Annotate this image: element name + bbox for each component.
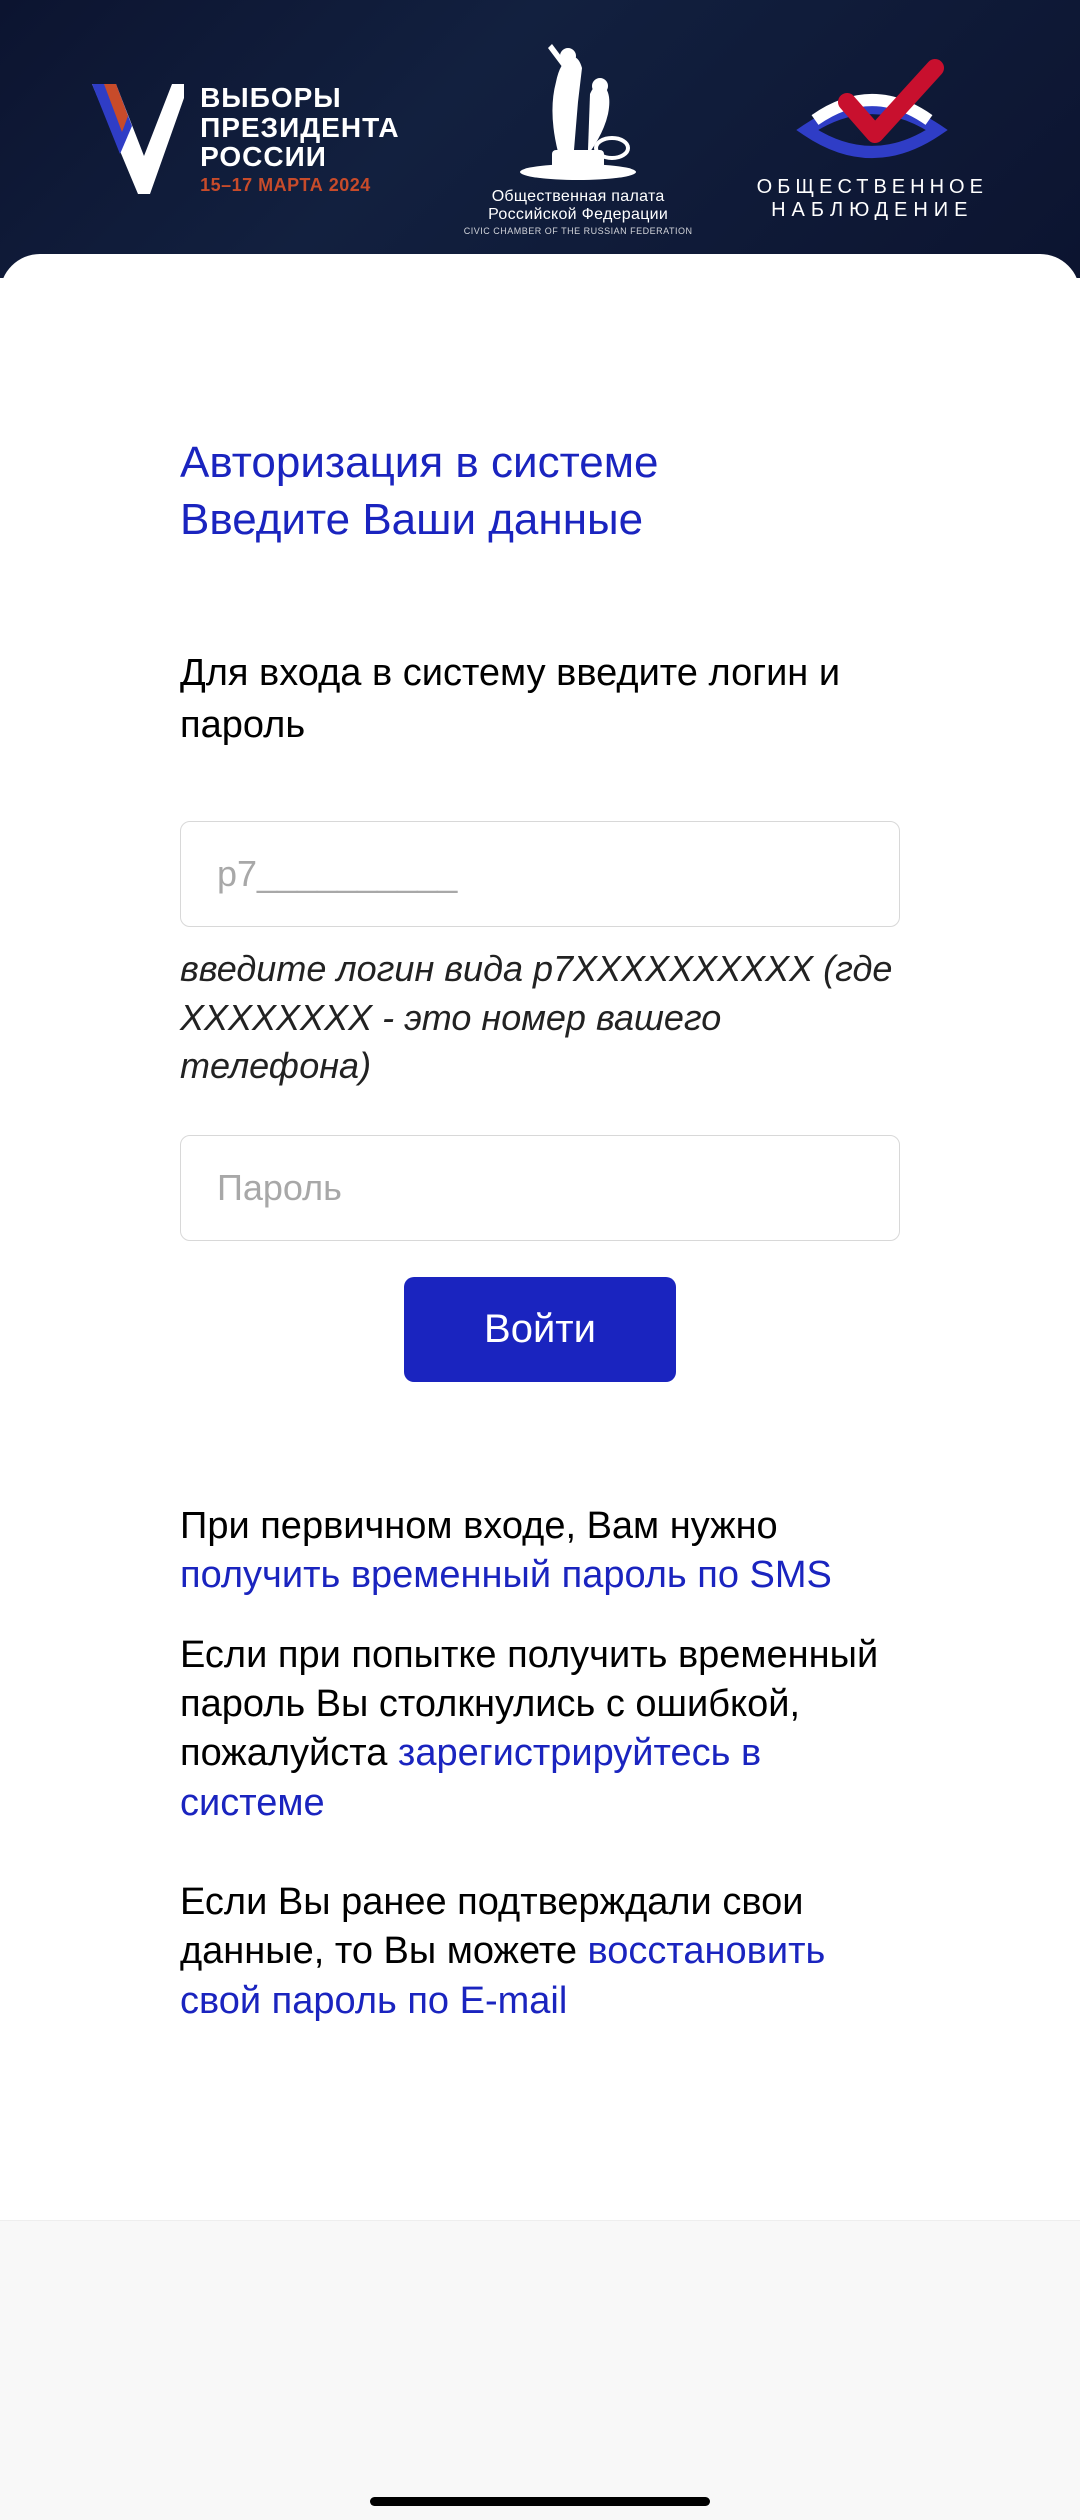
home-indicator <box>370 2497 710 2506</box>
civic-line2: Российской Федерации <box>464 206 693 224</box>
footer-spacer <box>0 2220 1080 2520</box>
login-hint: введите логин вида p7XXXXXXXXXX (где XXX… <box>180 945 900 1091</box>
obs-line1: ОБЩЕСТВЕННОЕ <box>757 176 988 199</box>
civic-line3: CIVIC CHAMBER OF THE RUSSIAN FEDERATION <box>464 226 693 236</box>
help-p1-text: При первичном входе, Вам нужно <box>180 1505 778 1547</box>
app-header: ВЫБОРЫ ПРЕЗИДЕНТА РОССИИ 15–17 МАРТА 202… <box>0 0 1080 278</box>
page-subtitle: Для входа в систему введите логин и паро… <box>180 648 900 751</box>
logo-v-icon <box>92 84 184 194</box>
logo-text-line3: РОССИИ <box>200 142 400 171</box>
login-input[interactable] <box>180 821 900 927</box>
check-swoosh-icon <box>787 56 957 166</box>
help-register: Если при попытке получить временный паро… <box>180 1631 900 1829</box>
password-input[interactable] <box>180 1135 900 1241</box>
main-content: Авторизация в системе Введите Ваши данны… <box>0 254 1080 2220</box>
title-line2: Введите Ваши данные <box>180 495 643 544</box>
logo-civic-chamber: Общественная палата Российской Федерации… <box>464 42 693 236</box>
login-button[interactable]: Войти <box>404 1277 676 1382</box>
obs-line2: НАБЛЮДЕНИЕ <box>757 199 988 222</box>
civic-line1: Общественная палата <box>464 188 693 206</box>
monument-icon <box>508 42 648 182</box>
title-line1: Авторизация в системе <box>180 438 658 487</box>
help-restore: Если Вы ранее подтверждали свои данные, … <box>180 1878 900 2026</box>
link-sms-password[interactable]: получить временный пароль по SMS <box>180 1554 832 1596</box>
logo-text-line2: ПРЕЗИДЕНТА <box>200 113 400 142</box>
page-title: Авторизация в системе Введите Ваши данны… <box>180 434 900 548</box>
help-first-login: При первичном входе, Вам нужно получить … <box>180 1502 900 1601</box>
logo-text-date: 15–17 МАРТА 2024 <box>200 176 400 195</box>
logo-observation: ОБЩЕСТВЕННОЕ НАБЛЮДЕНИЕ <box>757 56 988 222</box>
logo-elections: ВЫБОРЫ ПРЕЗИДЕНТА РОССИИ 15–17 МАРТА 202… <box>92 83 400 194</box>
logo-text-line1: ВЫБОРЫ <box>200 83 400 112</box>
